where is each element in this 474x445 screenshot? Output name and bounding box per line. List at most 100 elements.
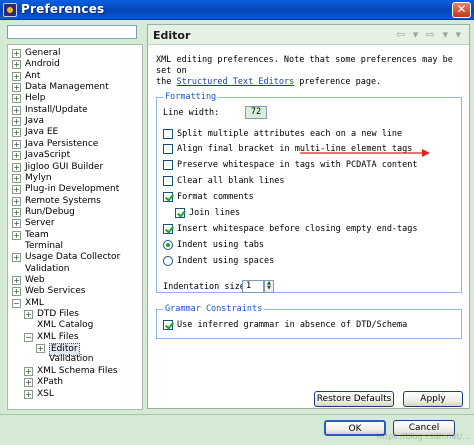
indentation-size-input[interactable]: 1	[242, 280, 264, 293]
tree-item[interactable]: + Web Services	[8, 286, 142, 297]
tree-item-label: DTD Files	[37, 309, 79, 320]
tree-item[interactable]: + Mylyn	[8, 173, 142, 184]
expand-icon[interactable]: +	[12, 196, 21, 206]
tree-item-label: Jigloo GUI Builder	[25, 161, 104, 172]
tree-item[interactable]: + DTD Files	[8, 309, 142, 320]
expand-icon[interactable]: +	[24, 310, 33, 320]
expand-icon[interactable]: +	[12, 287, 21, 297]
expand-icon[interactable]: +	[12, 207, 21, 217]
tree-item-label: Terminal	[25, 240, 64, 251]
tree-item[interactable]: + Java EE	[8, 127, 142, 138]
expand-icon[interactable]: +	[12, 139, 21, 149]
tree-item[interactable]: + XML Schema Files	[8, 366, 142, 377]
option-label: Split multiple attributes each on a new …	[177, 129, 403, 139]
tree-item[interactable]: + Remote Systems	[8, 196, 142, 207]
expand-icon[interactable]: +	[12, 173, 21, 183]
tree-item[interactable]: + XSL	[8, 389, 142, 400]
structured-text-editors-link[interactable]: Structured Text Editors	[176, 77, 294, 87]
grammar-constraints-group: Grammar Constraints Use inferred grammar…	[156, 304, 462, 339]
tree-item[interactable]: + Help	[8, 93, 142, 104]
tree-item[interactable]: + Jigloo GUI Builder	[8, 162, 142, 173]
formatting-group-title: Formatting	[163, 92, 219, 103]
checkbox[interactable]	[163, 176, 173, 186]
checkbox[interactable]	[163, 160, 173, 170]
preferences-window: + General + Android + Ant + Data Management + Hel…	[0, 20, 474, 445]
line-width-input[interactable]: 72	[245, 106, 267, 119]
apply-button[interactable]: Apply	[403, 391, 463, 407]
checkbox[interactable]	[163, 144, 173, 154]
formatting-group: Formatting Line width: 72 Split multiple…	[156, 92, 462, 293]
inferred-grammar-checkbox[interactable]	[163, 320, 173, 330]
tree-item[interactable]: + Install/Update	[8, 105, 142, 116]
tree-item[interactable]: + Java Persistence	[8, 139, 142, 150]
tree-item-label: Validation	[49, 354, 94, 365]
checkbox[interactable]	[163, 224, 173, 234]
tree-item[interactable]: XML Catalog	[8, 320, 142, 331]
expand-icon[interactable]: +	[12, 185, 21, 195]
expand-icon[interactable]: +	[12, 117, 21, 127]
indentation-size-label: Indentation size:	[163, 282, 250, 292]
tree-item[interactable]: + Editor	[8, 343, 142, 357]
tree-item-label: XML Catalog	[37, 320, 94, 331]
tree-item[interactable]: − XML	[8, 298, 142, 309]
expand-icon[interactable]: +	[24, 378, 33, 388]
expand-icon[interactable]: +	[36, 344, 45, 354]
tree-item[interactable]: + Ant	[8, 71, 142, 82]
expand-icon[interactable]: +	[12, 94, 21, 104]
tree-item[interactable]: + Web	[8, 275, 142, 286]
tree-item[interactable]: + Android	[8, 59, 142, 70]
expand-icon[interactable]: +	[12, 162, 21, 172]
radio-button[interactable]	[163, 240, 173, 250]
expand-icon[interactable]: +	[12, 83, 21, 93]
tree-item[interactable]: Validation	[8, 354, 142, 365]
expand-icon[interactable]: +	[12, 128, 21, 138]
tree-item[interactable]: + XPath	[8, 377, 142, 388]
tree-item[interactable]: + Run/Debug	[8, 207, 142, 218]
expand-icon[interactable]: +	[24, 389, 33, 399]
close-button[interactable]: ✕	[452, 2, 471, 18]
expand-icon[interactable]: +	[12, 60, 21, 70]
description-prefix: the	[156, 77, 177, 87]
option-label: Clear all blank lines	[177, 176, 285, 186]
expand-icon[interactable]: +	[12, 105, 21, 115]
collapse-icon[interactable]: −	[12, 298, 21, 308]
tree-item[interactable]: + Server	[8, 218, 142, 229]
tree-item[interactable]: Validation	[8, 264, 142, 275]
expand-icon[interactable]: +	[24, 366, 33, 376]
expand-icon[interactable]: +	[12, 276, 21, 285]
preferences-tree[interactable]: + General + Android + Ant + Data Management + Hel…	[7, 44, 143, 410]
expand-icon[interactable]: +	[12, 71, 21, 81]
tree-item-label: XSL	[37, 388, 54, 399]
tree-item[interactable]: + Data Management	[8, 82, 142, 93]
tree-item-label: Web Services	[25, 286, 86, 297]
expand-icon[interactable]: +	[12, 151, 21, 161]
tree-item[interactable]: + Plug-in Development	[8, 184, 142, 195]
tree-item[interactable]: − XML Files	[8, 332, 142, 343]
tree-item[interactable]: + JavaScript	[8, 150, 142, 161]
tree-item[interactable]: + Java	[8, 116, 142, 127]
restore-defaults-button[interactable]: Restore Defaults	[314, 391, 394, 407]
option-label: Preserve whitespace in tags with PCDATA …	[177, 160, 418, 170]
filter-input[interactable]	[7, 25, 137, 39]
collapse-icon[interactable]: −	[24, 332, 33, 342]
checkbox[interactable]	[163, 129, 173, 139]
tree-item[interactable]: Terminal	[8, 241, 142, 252]
tree-item-label: Help	[25, 93, 46, 104]
tree-item[interactable]: + General	[8, 48, 142, 59]
tree-item[interactable]: + Team	[8, 230, 142, 241]
tree-item-label: JavaScript	[25, 150, 71, 161]
checkbox[interactable]	[163, 192, 173, 202]
expand-icon[interactable]: +	[12, 49, 21, 58]
history-nav-icons[interactable]: ⇦ ▾ ⇨ ▾ ▾	[396, 28, 463, 41]
option-label: Indent using spaces	[177, 256, 275, 266]
tree-item[interactable]: + Usage Data Collector	[8, 252, 142, 263]
expand-icon[interactable]: +	[12, 230, 21, 240]
title-bar: Preferences ✕	[0, 0, 474, 20]
indentation-spinner[interactable]: ▲ ▼	[264, 280, 274, 293]
option-label: Format comments	[177, 192, 254, 202]
option-label: Join lines	[189, 208, 241, 218]
checkbox[interactable]	[175, 208, 185, 218]
radio-button[interactable]	[163, 256, 173, 266]
expand-icon[interactable]: +	[12, 253, 21, 263]
expand-icon[interactable]: +	[12, 219, 21, 229]
